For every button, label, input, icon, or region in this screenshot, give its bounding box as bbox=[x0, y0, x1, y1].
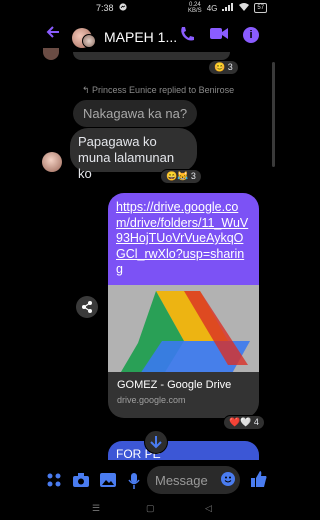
scrollbar[interactable] bbox=[272, 62, 275, 167]
signal-icon bbox=[222, 3, 234, 13]
message-placeholder: Message bbox=[155, 473, 208, 488]
reaction-badge[interactable]: ❤️🤍 4 bbox=[223, 415, 265, 430]
google-drive-logo[interactable] bbox=[108, 285, 259, 372]
info-icon[interactable]: i bbox=[243, 27, 259, 43]
recents-icon[interactable]: ☰ bbox=[92, 503, 100, 514]
image-icon[interactable] bbox=[100, 473, 116, 492]
video-camera-icon[interactable] bbox=[210, 27, 228, 45]
back-arrow-icon[interactable] bbox=[45, 24, 61, 45]
status-right-group: 0.24 KB/S 4G 57 bbox=[188, 2, 268, 14]
reply-note: ↰ Princess Eunice replied to Benirose bbox=[82, 85, 234, 96]
composer-bar: Message bbox=[0, 460, 292, 500]
avatar[interactable] bbox=[42, 152, 62, 172]
group-avatar-secondary bbox=[82, 34, 96, 48]
battery-indicator: 57 bbox=[254, 3, 268, 13]
phone-icon[interactable] bbox=[180, 26, 194, 47]
like-icon[interactable] bbox=[251, 471, 267, 492]
messenger-icon bbox=[119, 3, 127, 13]
link-title: GOMEZ - Google Drive bbox=[117, 379, 232, 391]
reaction-badge[interactable]: 😊 3 bbox=[208, 60, 239, 75]
reaction-badge[interactable]: 😄😹 3 bbox=[160, 169, 202, 184]
mic-icon[interactable] bbox=[128, 473, 140, 494]
chat-title[interactable]: MAPEH 1... bbox=[104, 29, 177, 45]
wifi-icon bbox=[239, 3, 250, 13]
reply-note-text: Princess Eunice replied to Benirose bbox=[92, 85, 235, 95]
home-icon[interactable]: ▢ bbox=[146, 503, 155, 514]
link-url[interactable]: https://drive.google.com/drive/folders/1… bbox=[108, 193, 259, 285]
network-type: 4G bbox=[206, 3, 218, 13]
scroll-down-icon[interactable] bbox=[144, 430, 168, 454]
emoji-icon[interactable] bbox=[221, 472, 235, 486]
message-input[interactable]: Message bbox=[147, 466, 240, 494]
system-nav-bar: ☰ ▢ ◁ bbox=[0, 500, 292, 520]
link-preview-card[interactable]: https://drive.google.com/drive/folders/1… bbox=[108, 193, 259, 418]
status-time: 7:38 bbox=[96, 3, 114, 13]
apps-icon[interactable] bbox=[47, 473, 61, 492]
message-bubble-top[interactable] bbox=[73, 52, 230, 60]
quoted-message[interactable]: Nakagawa ka na? bbox=[73, 100, 198, 127]
message-bubble[interactable]: Papagawa ko muna lalamunan ko bbox=[70, 128, 197, 181]
avatar bbox=[43, 48, 59, 60]
camera-icon[interactable] bbox=[73, 473, 89, 492]
reply-arrow-icon: ↰ bbox=[82, 85, 93, 95]
link-meta[interactable]: GOMEZ - Google Drive drive.google.com bbox=[108, 372, 259, 418]
status-bar: 7:38 0.24 KB/S 4G 57 bbox=[0, 0, 292, 16]
net-speed: 0.24 KB/S bbox=[188, 2, 202, 14]
share-icon[interactable] bbox=[76, 296, 98, 318]
net-speed-unit: KB/S bbox=[188, 8, 202, 14]
link-domain: drive.google.com bbox=[117, 395, 186, 405]
back-nav-icon[interactable]: ◁ bbox=[205, 503, 212, 514]
